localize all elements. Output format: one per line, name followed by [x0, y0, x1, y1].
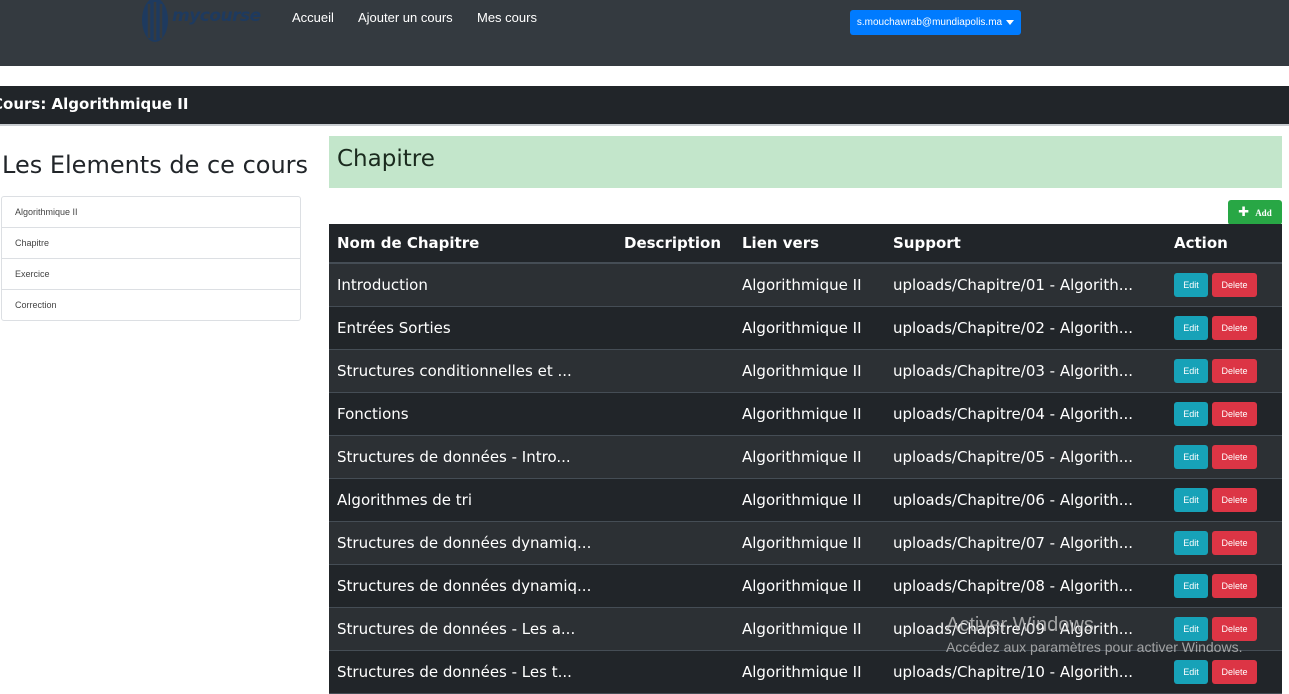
- nav-ajouter-cours[interactable]: Ajouter un cours: [358, 10, 453, 25]
- table-row: Fonctions Algorithmique II uploads/Chapitr…: [329, 393, 1282, 436]
- table-row: Structures de données - Les a... Algorith…: [329, 608, 1282, 651]
- cell-nom: Structures conditionnelles et ...: [337, 362, 572, 380]
- delete-button[interactable]: Delete: [1212, 531, 1257, 555]
- cell-lien: Algorithmique II: [742, 319, 862, 337]
- nav-accueil[interactable]: Accueil: [292, 10, 334, 25]
- cell-support: uploads/Chapitre/02 - Algorith...: [893, 319, 1134, 337]
- cell-nom: Algorithmes de tri: [337, 491, 473, 509]
- cell-nom: Structures de données - Intro...: [337, 448, 571, 466]
- list-item-correction[interactable]: Correction: [2, 290, 300, 320]
- edit-button[interactable]: Edit: [1174, 488, 1208, 512]
- user-menu-button[interactable]: s.mouchawrab@mundiapolis.ma: [850, 10, 1021, 35]
- cell-support: uploads/Chapitre/03 - Algorith...: [893, 362, 1134, 380]
- add-label: Add: [1255, 207, 1272, 218]
- list-item-exercice[interactable]: Exercice: [2, 259, 300, 290]
- cell-lien: Algorithmique II: [742, 362, 862, 380]
- user-email: s.mouchawrab@mundiapolis.ma: [856, 17, 1003, 28]
- edit-button[interactable]: Edit: [1174, 574, 1208, 598]
- edit-button[interactable]: Edit: [1174, 531, 1208, 555]
- cell-support: uploads/Chapitre/08 - Algorith...: [893, 577, 1134, 595]
- cell-lien: Algorithmique II: [742, 620, 862, 638]
- edit-button[interactable]: Edit: [1174, 316, 1208, 340]
- col-nom-header: Nom de Chapitre: [337, 234, 480, 252]
- section-title: Chapitre: [337, 146, 435, 172]
- table-row: Structures de données dynamiq... Algorith…: [329, 522, 1282, 565]
- sidebar-heading: Les Elements de ce cours: [2, 151, 309, 179]
- col-description-header: Description: [624, 234, 722, 252]
- edit-button[interactable]: Edit: [1174, 660, 1208, 684]
- table-header: Nom de Chapitre Description Lien vers Su…: [329, 224, 1282, 264]
- cell-nom: Structures de données dynamiq...: [337, 534, 592, 552]
- list-item-algorithmique[interactable]: Algorithmique II: [2, 197, 300, 228]
- col-support-header: Support: [893, 234, 961, 252]
- cell-nom: Introduction: [337, 276, 428, 294]
- cell-nom: Structures de données - Les t...: [337, 663, 572, 681]
- course-bar: Cours: Algorithmique II: [0, 86, 1289, 126]
- delete-button[interactable]: Delete: [1212, 359, 1257, 383]
- edit-button[interactable]: Edit: [1174, 359, 1208, 383]
- delete-button[interactable]: Delete: [1212, 617, 1257, 641]
- cell-support: uploads/Chapitre/10 - Algorith...: [893, 663, 1134, 681]
- edit-button[interactable]: Edit: [1174, 445, 1208, 469]
- caret-down-icon: [1006, 20, 1015, 25]
- col-action-header: Action: [1174, 234, 1228, 252]
- brand-name: mycourse: [172, 6, 261, 26]
- cell-support: uploads/Chapitre/01 - Algorith...: [893, 276, 1134, 294]
- delete-button[interactable]: Delete: [1212, 488, 1257, 512]
- delete-button[interactable]: Delete: [1212, 660, 1257, 684]
- edit-button[interactable]: Edit: [1174, 617, 1208, 641]
- list-item-chapitre[interactable]: Chapitre: [2, 228, 300, 259]
- delete-button[interactable]: Delete: [1212, 273, 1257, 297]
- cell-support: uploads/Chapitre/09 - Algorith...: [893, 620, 1134, 638]
- cell-support: uploads/Chapitre/04 - Algorith...: [893, 405, 1134, 423]
- table-row: Structures de données dynamiq... Algorith…: [329, 565, 1282, 608]
- cell-lien: Algorithmique II: [742, 491, 862, 509]
- delete-button[interactable]: Delete: [1212, 316, 1257, 340]
- delete-button[interactable]: Delete: [1212, 574, 1257, 598]
- course-elements-list: Algorithmique II Chapitre Exercice Corre…: [1, 196, 301, 321]
- edit-button[interactable]: Edit: [1174, 273, 1208, 297]
- cell-nom: Entrées Sorties: [337, 319, 451, 337]
- delete-button[interactable]: Delete: [1212, 445, 1257, 469]
- edit-button[interactable]: Edit: [1174, 402, 1208, 426]
- cell-nom: Structures de données dynamiq...: [337, 577, 592, 595]
- cell-support: uploads/Chapitre/05 - Algorith...: [893, 448, 1134, 466]
- delete-button[interactable]: Delete: [1212, 402, 1257, 426]
- cell-lien: Algorithmique II: [742, 276, 862, 294]
- cell-lien: Algorithmique II: [742, 448, 862, 466]
- cell-lien: Algorithmique II: [742, 405, 862, 423]
- brand-logo[interactable]: mycourse: [138, 0, 261, 46]
- col-lien-header: Lien vers: [742, 234, 820, 252]
- plus-icon: ✚: [1238, 205, 1250, 220]
- cell-support: uploads/Chapitre/07 - Algorith...: [893, 534, 1134, 552]
- table-row: Structures conditionnelles et ... Algorit…: [329, 350, 1282, 393]
- table-row: Structures de données - Les t... Algorith…: [329, 651, 1282, 694]
- cell-lien: Algorithmique II: [742, 663, 862, 681]
- section-header: Chapitre: [329, 136, 1282, 188]
- cell-lien: Algorithmique II: [742, 577, 862, 595]
- table-row: Algorithmes de tri Algorithmique II upload…: [329, 479, 1282, 522]
- table-row: Structures de données - Intro... Algorith…: [329, 436, 1282, 479]
- table-row: Entrées Sorties Algorithmique II uploads/C…: [329, 307, 1282, 350]
- course-title: Cours: Algorithmique II: [0, 95, 189, 113]
- logo-icon: [142, 0, 168, 42]
- nav-mes-cours[interactable]: Mes cours: [477, 10, 537, 25]
- table-row: Introduction Algorithmique II uploads/Chap…: [329, 264, 1282, 307]
- chapters-table: Nom de Chapitre Description Lien vers Su…: [329, 224, 1282, 694]
- cell-nom: Fonctions: [337, 405, 409, 423]
- top-navbar: mycourse Accueil Ajouter un cours Mes co…: [0, 0, 1289, 66]
- add-chapter-button[interactable]: ✚ Add: [1228, 200, 1282, 225]
- cell-lien: Algorithmique II: [742, 534, 862, 552]
- cell-support: uploads/Chapitre/06 - Algorith...: [893, 491, 1134, 509]
- cell-nom: Structures de données - Les a...: [337, 620, 576, 638]
